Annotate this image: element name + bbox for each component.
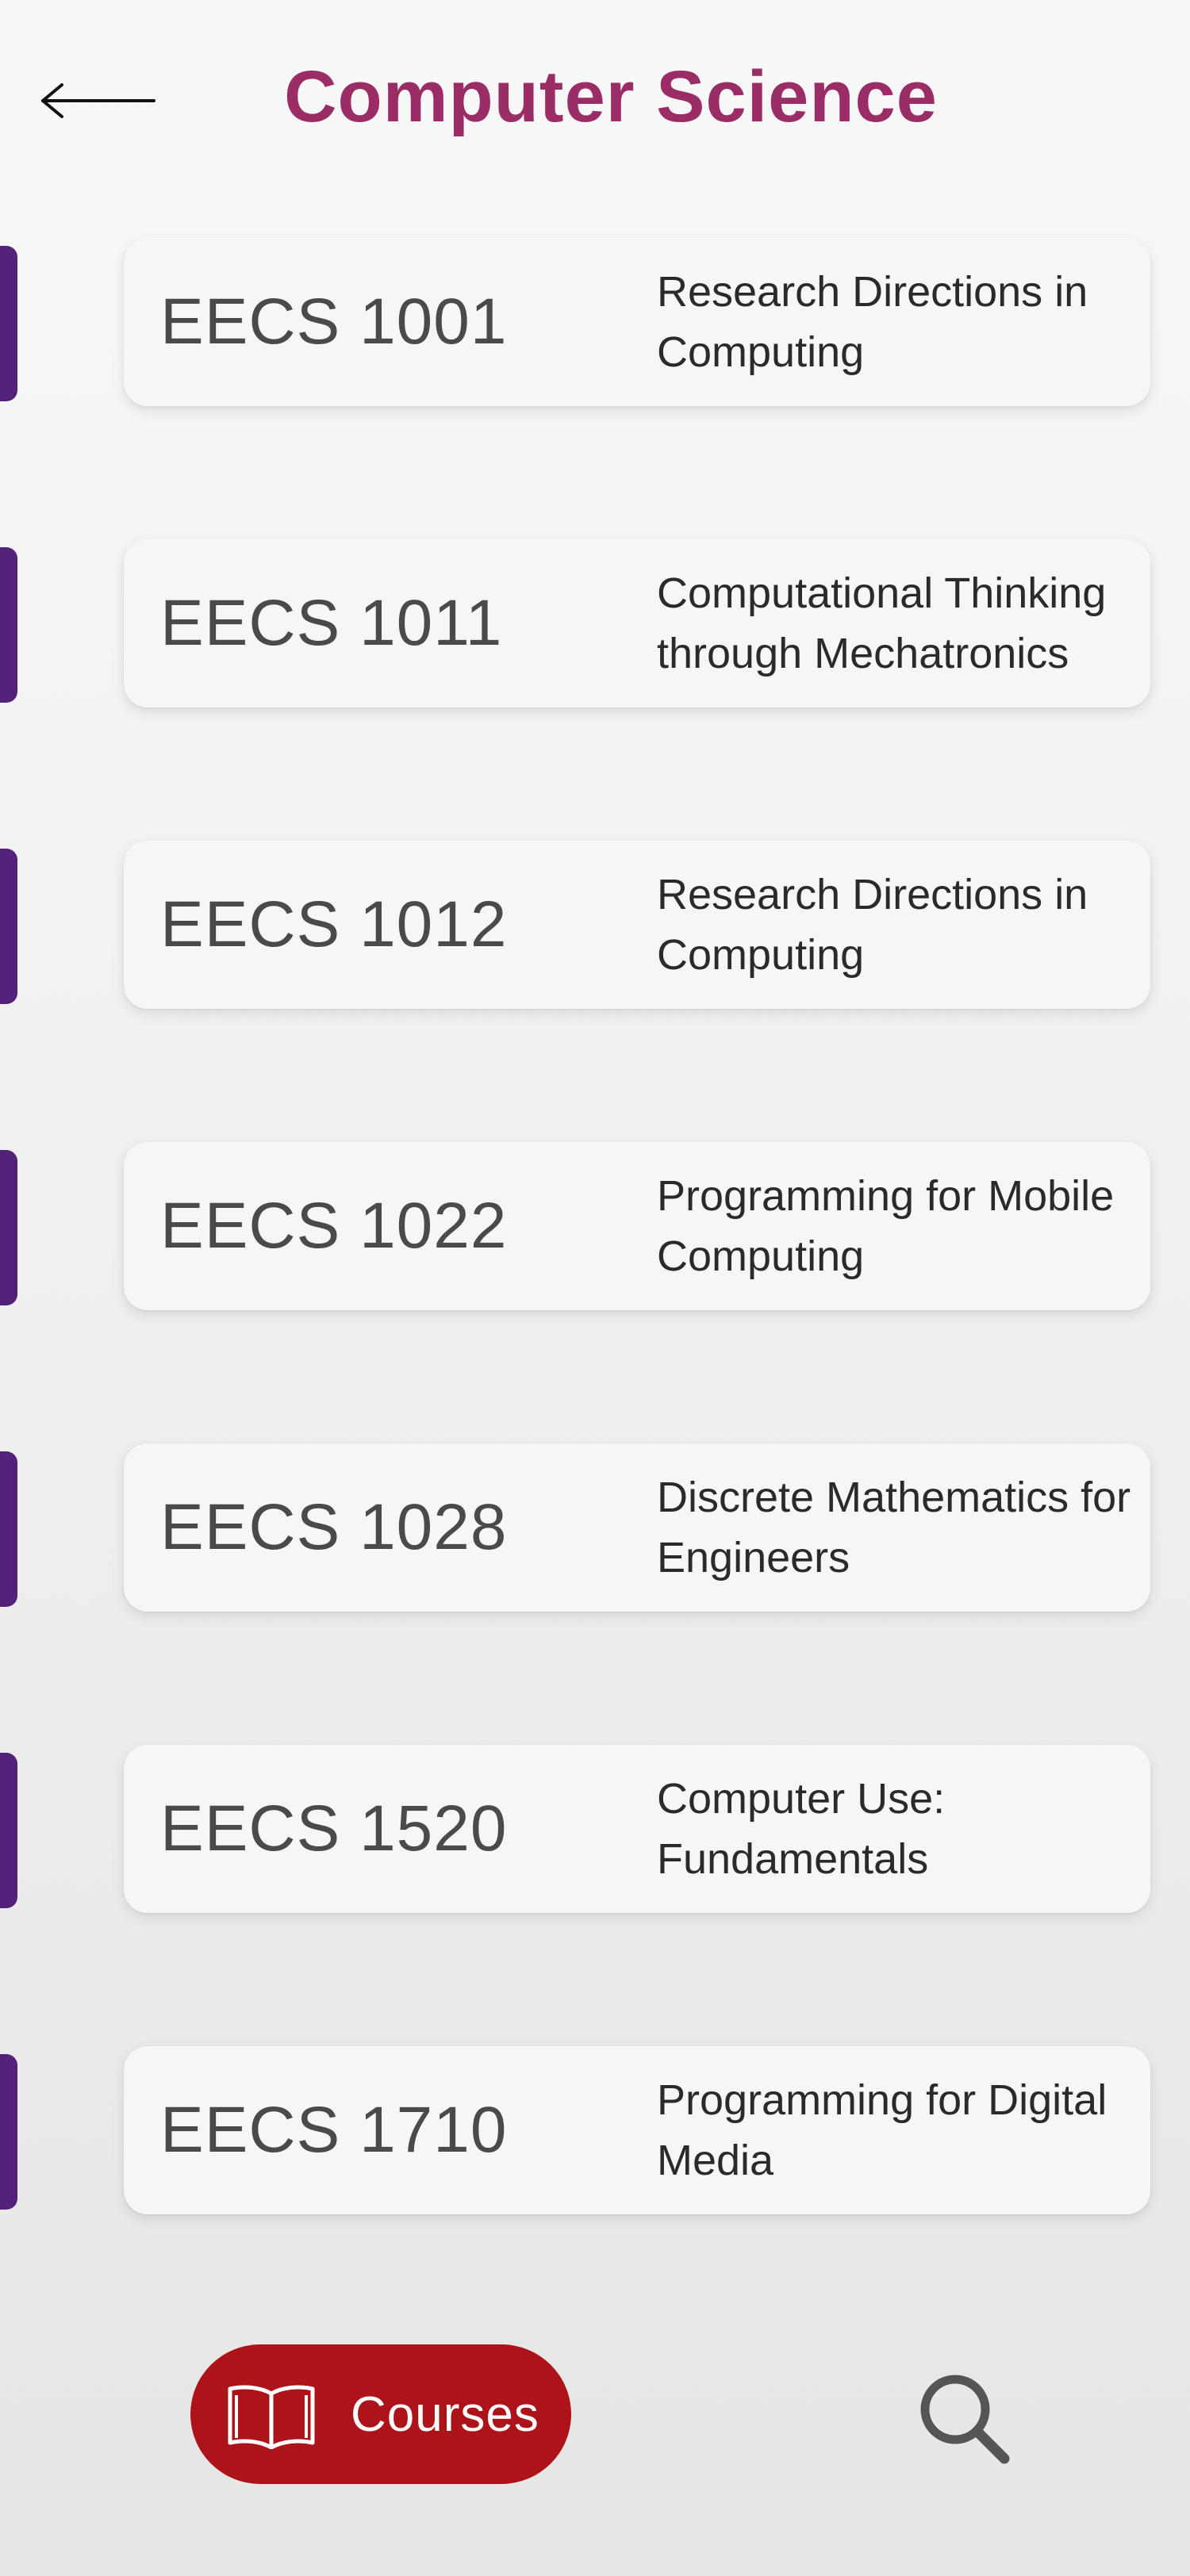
search-tab-button[interactable] [912,2367,1015,2470]
course-accent-bar [0,2054,17,2210]
book-icon [228,2385,315,2449]
course-accent-bar [0,1451,17,1607]
course-row: EECS 1011 Computational Thinking through… [0,539,1190,707]
course-code: EECS 1710 [160,2094,508,2166]
course-card[interactable]: EECS 1028 Discrete Mathematics for Engin… [124,1443,1150,1612]
bottom-nav: Courses [0,2332,1190,2576]
page-title: Computer Science [284,56,938,137]
course-row: EECS 1001 Research Directions in Computi… [0,238,1190,406]
course-card[interactable]: EECS 1520 Computer Use: Fundamentals [124,1745,1150,1913]
course-accent-bar [0,246,17,401]
header: Computer Science [0,0,1190,198]
course-card[interactable]: EECS 1710 Programming for Digital Media [124,2046,1150,2214]
course-code: EECS 1001 [160,286,508,358]
course-card[interactable]: EECS 1022 Programming for Mobile Computi… [124,1142,1150,1310]
search-icon [920,2375,1010,2464]
course-name: Programming for Digital Media [657,2076,1107,2184]
course-name: Programming for Mobile Computing [657,1172,1115,1280]
course-card[interactable]: EECS 1001 Research Directions in Computi… [124,238,1150,406]
course-row: EECS 1028 Discrete Mathematics for Engin… [0,1443,1190,1612]
course-code: EECS 1012 [160,888,508,960]
course-accent-bar [0,1150,17,1305]
course-accent-bar [0,849,17,1004]
course-name: Computational Thinking through Mechatron… [657,569,1107,677]
course-row: EECS 1022 Programming for Mobile Computi… [0,1142,1190,1310]
course-code: EECS 1028 [160,1491,508,1563]
course-name: Research Directions in Computing [657,871,1088,979]
course-row: EECS 1520 Computer Use: Fundamentals [0,1745,1190,1913]
course-accent-bar [0,1753,17,1908]
courses-tab-button[interactable]: Courses [190,2344,571,2484]
course-card[interactable]: EECS 1011 Computational Thinking through… [124,539,1150,707]
course-row: EECS 1710 Programming for Digital Media [0,2046,1190,2214]
courses-tab-label: Courses [351,2386,539,2442]
course-row: EECS 1012 Research Directions in Computi… [0,841,1190,1009]
course-name: Discrete Mathematics for Engineers [657,1474,1131,1581]
course-card[interactable]: EECS 1012 Research Directions in Computi… [124,841,1150,1009]
course-accent-bar [0,547,17,703]
course-name: Research Directions in Computing [657,268,1088,376]
course-code: EECS 1520 [160,1792,508,1865]
course-code: EECS 1022 [160,1190,508,1262]
course-code: EECS 1011 [160,587,503,659]
course-name: Computer Use: Fundamentals [657,1775,946,1883]
